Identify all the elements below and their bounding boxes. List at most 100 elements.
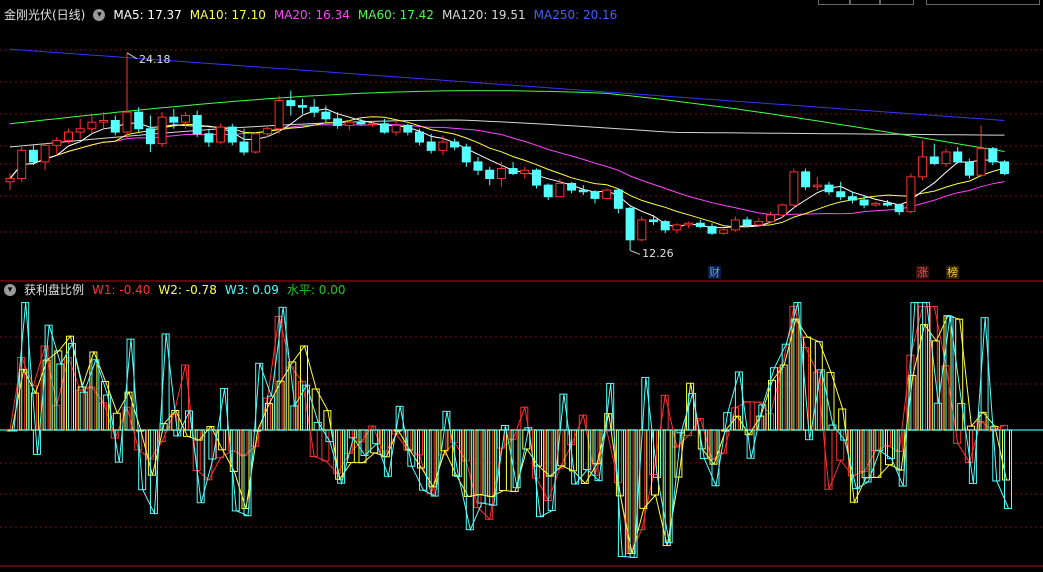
w2-bar — [779, 364, 788, 431]
candle-body — [298, 105, 307, 108]
candle-body — [590, 191, 600, 199]
candle-body — [391, 124, 401, 133]
candle-body — [730, 219, 740, 231]
candle-body — [192, 115, 202, 135]
candle-body — [87, 121, 97, 130]
price-header: 金刚光伏(日线) ▾ MA5: 17.37 MA10: 17.10 MA20: … — [4, 6, 617, 24]
candle-body — [964, 161, 974, 176]
w2-bar — [428, 429, 437, 488]
top-strip-1 — [818, 0, 850, 5]
w2-bar — [627, 429, 636, 554]
candle-body — [649, 219, 658, 223]
w3-bar — [1004, 429, 1012, 509]
high-price-label: 24.18 — [139, 52, 171, 66]
candle-body — [613, 189, 623, 209]
candle-body — [695, 222, 705, 228]
candle-body — [824, 184, 834, 193]
candle-body — [801, 171, 811, 188]
candle-body — [368, 123, 378, 126]
candle-body — [625, 207, 635, 241]
candle-body — [637, 219, 647, 241]
candle-body — [52, 139, 62, 146]
candle-body — [496, 168, 506, 179]
candle-body — [145, 128, 155, 145]
candle-body — [789, 171, 799, 206]
candle-body — [532, 169, 541, 186]
candle-body — [929, 156, 939, 165]
candle-body — [953, 151, 963, 163]
candle-body — [286, 100, 296, 107]
candle-body — [777, 204, 787, 216]
top-strip-2 — [850, 0, 880, 5]
w2-bar — [370, 429, 379, 454]
w2-bar — [358, 429, 367, 464]
w2-bar — [89, 351, 98, 431]
candle-body — [684, 222, 694, 226]
candle-body — [461, 146, 471, 163]
candle-body — [508, 168, 518, 175]
candle-body — [976, 148, 986, 176]
indicator-header: ▾ 获利盘比例 W1: -0.40 W2: -0.78 W3: 0.09 水平:… — [4, 281, 345, 299]
top-strip-4 — [926, 0, 1040, 5]
candle-body — [543, 184, 553, 198]
candle-body — [75, 128, 85, 133]
candle-body — [941, 151, 951, 165]
w3-bar — [372, 429, 381, 445]
candle-body — [321, 111, 331, 120]
ma20-label: MA20: 16.34 — [273, 8, 350, 22]
candle-body — [883, 202, 892, 206]
ma60-label: MA60: 17.42 — [357, 8, 434, 22]
candle-body — [473, 161, 483, 171]
w2-bar — [218, 429, 227, 451]
candle-body — [379, 123, 389, 133]
w2-bar — [873, 429, 882, 478]
candle-body — [17, 149, 27, 179]
low-marker — [629, 249, 641, 255]
w2-bar — [1002, 429, 1010, 481]
w2-bar — [42, 359, 51, 431]
candle-body — [333, 118, 343, 126]
candle-body — [134, 111, 144, 130]
w2-bar — [417, 429, 425, 469]
candle-body — [157, 116, 167, 145]
candle-body — [707, 226, 717, 234]
w2-bar — [311, 388, 320, 431]
candle-body — [918, 156, 928, 178]
w2-bar — [791, 318, 800, 431]
candle-body — [227, 126, 237, 143]
candle-body — [836, 191, 846, 198]
candle-body — [847, 196, 857, 201]
finance-tag[interactable]: 财 — [708, 266, 721, 279]
w2-bar — [732, 415, 741, 431]
chevron-down-icon[interactable]: ▾ — [93, 9, 106, 21]
ma10-label: MA10: 17.10 — [189, 8, 266, 22]
indicator-title: 获利盘比例 — [24, 283, 85, 297]
candle-body — [415, 131, 424, 143]
w2-label: W2: -0.78 — [158, 283, 217, 297]
candle-body — [766, 214, 775, 223]
w2-bar — [19, 369, 28, 431]
w3-bar — [688, 393, 697, 431]
candle-body — [672, 224, 682, 231]
candle-body — [520, 169, 530, 175]
ranking-tag[interactable]: 榜 — [946, 266, 959, 279]
candle-body — [169, 116, 179, 123]
w3-bar — [9, 429, 18, 432]
top-strip-3 — [880, 0, 914, 5]
candle-body — [578, 189, 588, 193]
candle-body — [309, 106, 319, 113]
limit-up-tag[interactable]: 涨 — [916, 266, 929, 279]
candle-body — [239, 141, 249, 153]
candle-body — [485, 169, 495, 179]
candle-body — [262, 128, 272, 135]
candle-body — [344, 121, 354, 126]
candle-body — [450, 141, 460, 148]
candle-body — [602, 189, 612, 199]
candle-body — [754, 221, 764, 226]
candle-body — [28, 149, 38, 163]
candle-body — [871, 202, 881, 206]
chevron-down-icon[interactable]: ▾ — [4, 284, 16, 296]
candle-body — [99, 119, 109, 123]
w1-label: W1: -0.40 — [92, 283, 151, 297]
candle-body — [40, 144, 50, 163]
